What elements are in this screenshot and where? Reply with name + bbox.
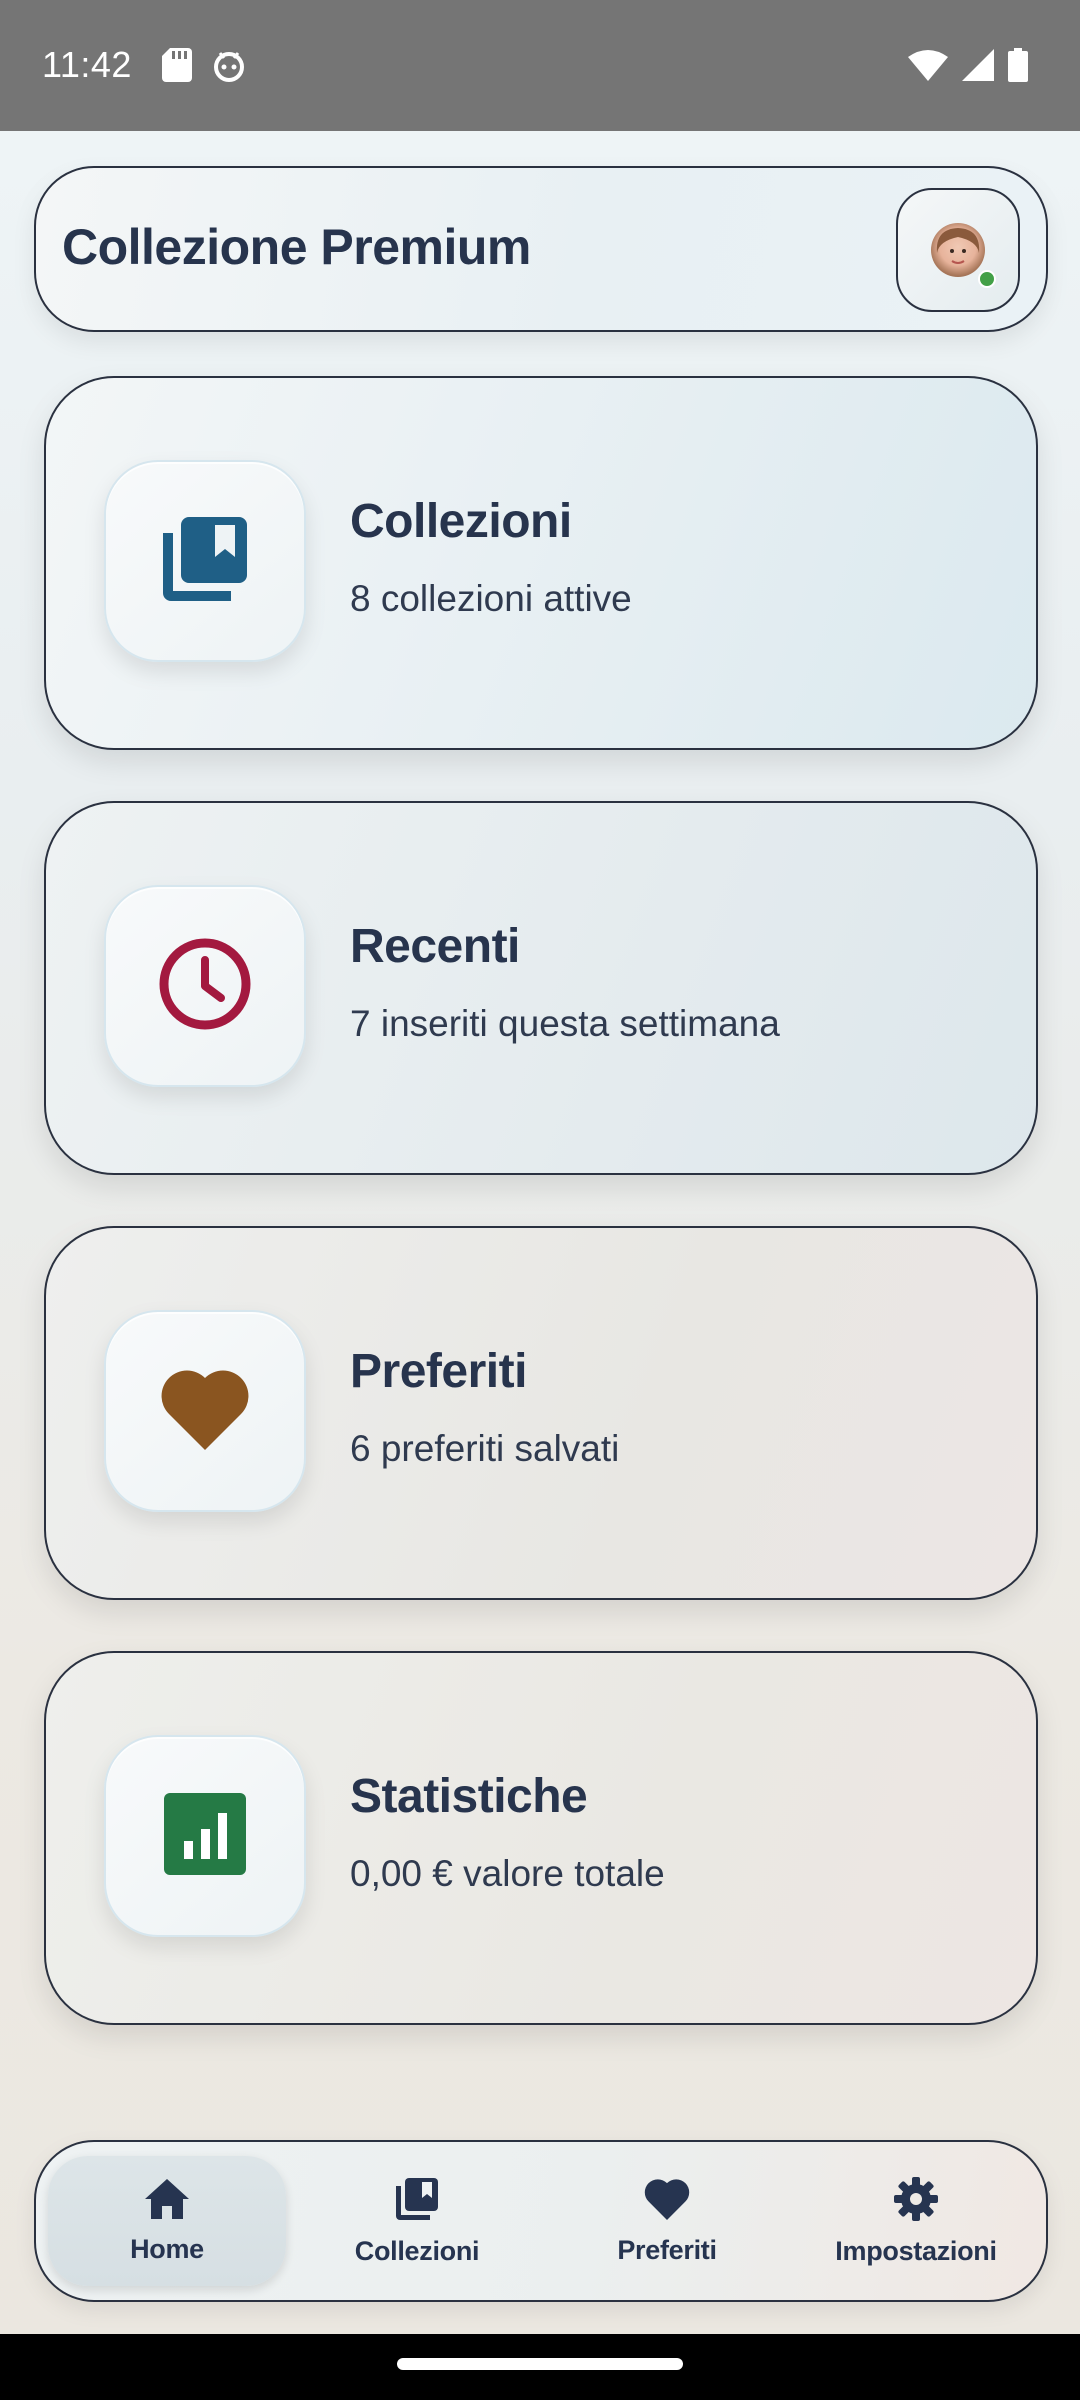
statistics-icon-tile xyxy=(104,1735,306,1937)
android-debug-icon xyxy=(212,48,246,87)
battery-icon xyxy=(1008,48,1028,87)
favorites-icon-tile xyxy=(104,1310,306,1512)
home-icon xyxy=(143,2177,191,2226)
card-title: Recenti xyxy=(350,920,520,973)
nav-item-home[interactable]: Home xyxy=(48,2156,286,2286)
nav-item-settings[interactable]: Impostazioni xyxy=(796,2156,1036,2286)
nav-label: Impostazioni xyxy=(835,2236,997,2266)
profile-button[interactable] xyxy=(896,188,1020,312)
chart-icon xyxy=(162,1791,248,1882)
card-title: Collezioni xyxy=(350,495,572,548)
heart-icon xyxy=(157,1364,253,1459)
collections-icon-tile xyxy=(104,460,306,662)
signal-icon xyxy=(962,49,994,86)
heart-icon xyxy=(642,2176,692,2227)
nav-label: Preferiti xyxy=(617,2235,717,2265)
page-title: Collezione Premium xyxy=(62,219,531,275)
nav-label: Collezioni xyxy=(354,2236,480,2266)
nav-label: Home xyxy=(130,2234,204,2264)
nav-item-collections[interactable]: Collezioni xyxy=(298,2156,536,2286)
avatar xyxy=(931,223,985,277)
gear-icon xyxy=(892,2175,940,2228)
recent-card[interactable]: Recenti 7 inseriti questa settimana xyxy=(44,801,1038,1175)
card-subtitle: 7 inseriti questa settimana xyxy=(350,1003,780,1044)
home-gesture-handle[interactable] xyxy=(397,2358,683,2370)
status-time: 11:42 xyxy=(42,44,132,85)
statistics-card[interactable]: Statistiche 0,00 € valore totale xyxy=(44,1651,1038,2025)
status-bar: 11:42 xyxy=(0,0,1080,131)
card-title: Statistiche xyxy=(350,1770,588,1823)
clock-icon xyxy=(157,936,253,1037)
app-header: Collezione Premium xyxy=(34,166,1048,332)
card-title: Preferiti xyxy=(350,1345,527,1398)
recent-icon-tile xyxy=(104,885,306,1087)
nav-item-favorites[interactable]: Preferiti xyxy=(548,2156,786,2286)
bottom-navigation: Home Collezioni Preferiti Impostazioni xyxy=(34,2140,1048,2302)
collections-card[interactable]: Collezioni 8 collezioni attive xyxy=(44,376,1038,750)
card-subtitle: 6 preferiti salvati xyxy=(350,1428,620,1469)
collections-icon xyxy=(393,2175,441,2228)
status-right-icons xyxy=(908,48,1028,87)
online-status-dot xyxy=(978,270,996,288)
gesture-bar xyxy=(0,2334,1080,2400)
favorites-card[interactable]: Preferiti 6 preferiti salvati xyxy=(44,1226,1038,1600)
wifi-icon xyxy=(908,49,948,86)
card-subtitle: 8 collezioni attive xyxy=(350,578,632,619)
sd-card-icon xyxy=(162,48,192,87)
card-subtitle: 0,00 € valore totale xyxy=(350,1853,665,1894)
collections-icon xyxy=(157,511,253,612)
status-left-icons xyxy=(162,48,246,87)
